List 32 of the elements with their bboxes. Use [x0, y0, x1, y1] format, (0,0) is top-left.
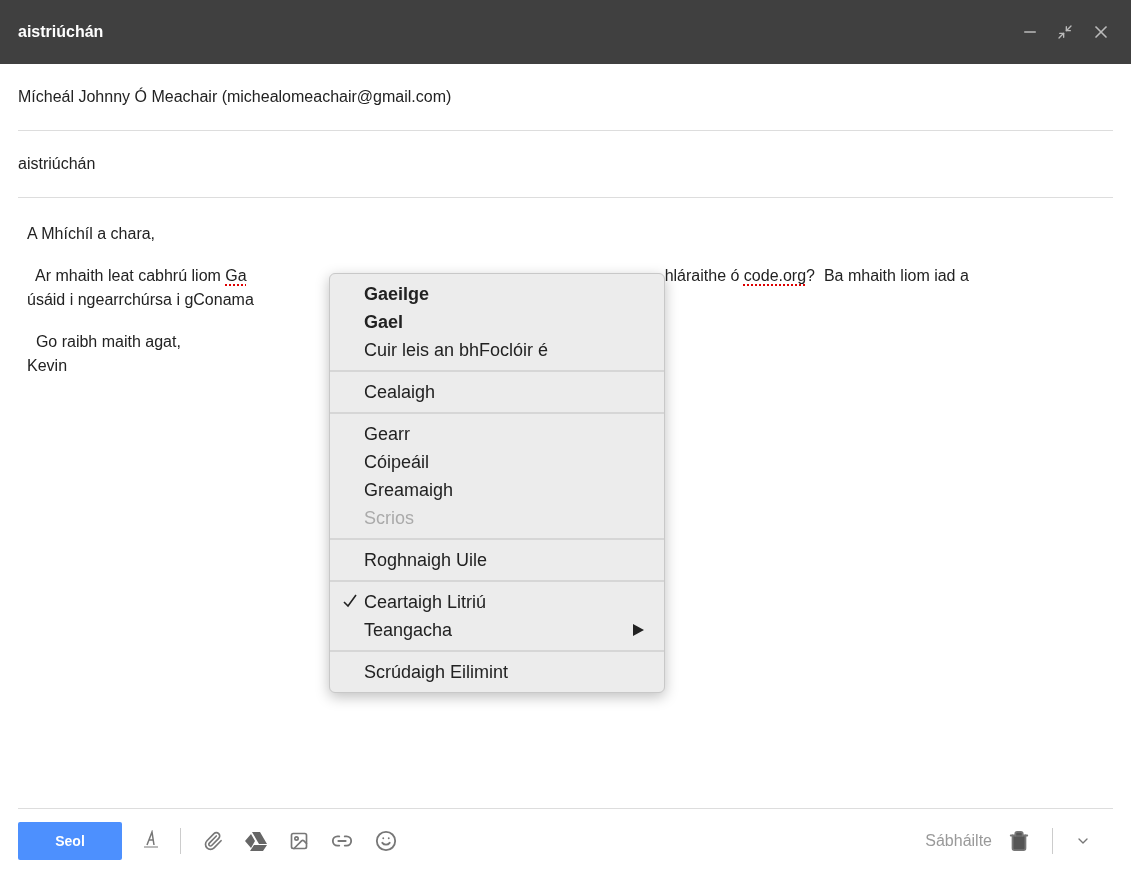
drive-icon[interactable]: [245, 831, 267, 851]
smiley-icon[interactable]: [375, 830, 397, 852]
menu-item[interactable]: Gearr: [330, 420, 664, 448]
sender-text: Mícheál Johnny Ó Meachair (michealomeachair@gmail.com): [18, 88, 452, 106]
submenu-arrow-icon: [633, 624, 644, 636]
menu-item[interactable]: Scrúdaigh Eilimint: [330, 658, 664, 686]
body-text: code.org: [743, 266, 807, 286]
saved-status: Sábháilte: [925, 832, 992, 850]
menu-item[interactable]: Roghnaigh Uile: [330, 546, 664, 574]
checkmark-icon: [343, 593, 357, 608]
paperclip-icon[interactable]: [203, 831, 223, 851]
menu-item[interactable]: Gaeilge: [330, 280, 664, 308]
menu-item[interactable]: Gael: [330, 308, 664, 336]
window-title: aistriúchán: [18, 23, 105, 41]
body-text: úsáid i ngearrchúrsa i gConama: [27, 290, 254, 310]
body-text: ? Ba mhaith liom iad a: [806, 266, 969, 286]
trash-icon[interactable]: [1008, 830, 1030, 852]
menu-item[interactable]: Greamaigh: [330, 476, 664, 504]
body-text: A Mhíchíl a chara,: [27, 224, 156, 244]
subject-text: aistriúchán: [18, 155, 96, 173]
body-text: Ar mhaith leat cabhrú liom: [34, 266, 222, 286]
menu-item[interactable]: Cealaigh: [330, 378, 664, 406]
exit-full-screen-icon[interactable]: [1057, 24, 1073, 40]
menu-item[interactable]: Cóipeáil: [330, 448, 664, 476]
menu-item[interactable]: Ceartaigh Litriú: [330, 588, 664, 616]
body-text: Kevin: [27, 356, 68, 376]
body-text: hláraithe ó: [664, 266, 741, 286]
body-text: Go raibh maith agat,: [34, 332, 181, 352]
menu-item[interactable]: Cuir leis an bhFoclóir é: [330, 336, 664, 364]
menu-item[interactable]: Teangacha: [330, 616, 664, 644]
body-text: Ga: [225, 266, 247, 286]
image-icon[interactable]: [289, 831, 309, 851]
